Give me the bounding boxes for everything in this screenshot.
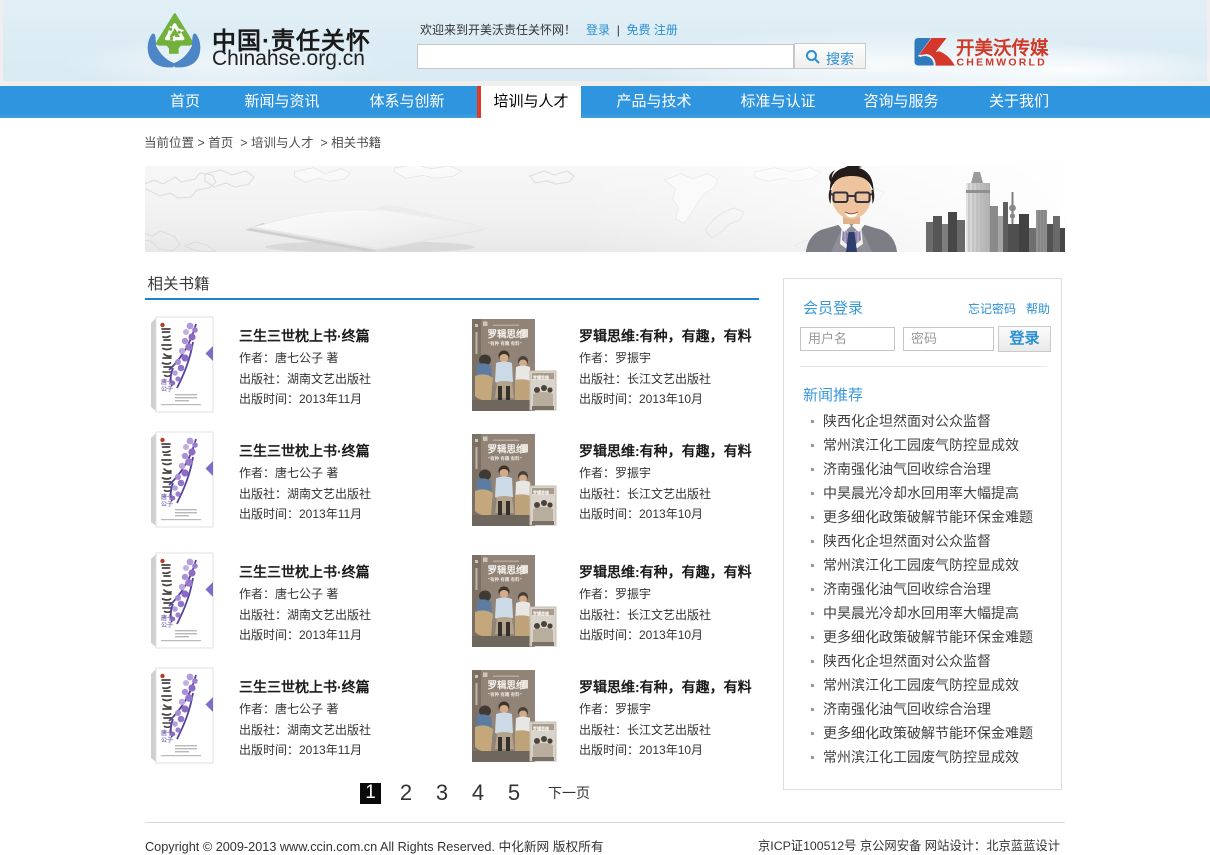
svg-text:开美沃传媒: 开美沃传媒 — [956, 38, 1049, 59]
svg-text:CHEMWORLD: CHEMWORLD — [957, 57, 1047, 67]
